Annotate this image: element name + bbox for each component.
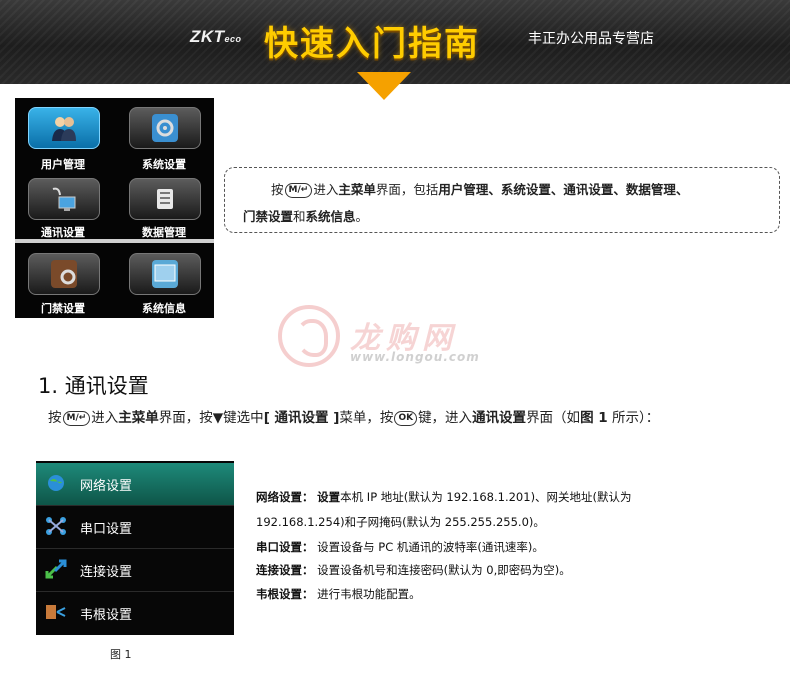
- note-bold: 系统信息: [305, 209, 356, 224]
- note-bold: 主菜单: [338, 182, 376, 197]
- instr-text: 菜单，按: [339, 410, 394, 426]
- figure-caption: 图 1: [110, 648, 132, 661]
- screen-divider: [15, 239, 214, 243]
- m-key-icon: M/↵: [62, 411, 91, 426]
- menu-label-system: 系统设置: [142, 158, 186, 171]
- note-text: 界面，包括: [375, 182, 439, 197]
- watermark-dragon-icon: [278, 305, 340, 367]
- section-title: 1. 通讯设置: [38, 374, 149, 398]
- comm-label: 串口设置: [80, 522, 133, 537]
- satellite-computer-icon: [51, 185, 77, 213]
- instr-bold: [ 通讯设置 ]: [263, 410, 340, 426]
- serial-port-icon: [44, 515, 68, 537]
- instr-text: 所示）：: [607, 410, 660, 426]
- comm-label: 网络设置: [80, 479, 133, 494]
- instr-bold: 图 1: [580, 410, 608, 426]
- desc-text: 设置设备机号和连接密码(默认为 0,即密码为空)。: [317, 563, 571, 577]
- desc-network: 网络设置： 设置本机 IP 地址(默认为 192.168.1.201)、网关地址…: [256, 489, 632, 505]
- instr-text: 按: [48, 410, 62, 426]
- database-icon: [152, 185, 178, 213]
- store-name: 丰正办公用品专营店: [528, 31, 654, 47]
- note-text: 。: [355, 209, 369, 224]
- comm-settings-screen: 网络设置 串口设置 连接设置 韦根设置: [36, 461, 234, 635]
- page-title: 快速入门指南: [264, 24, 480, 64]
- desc-text: 本机 IP 地址(默认为 192.168.1.201)、网关地址(默认为: [340, 490, 632, 504]
- main-menu-screen: 用户管理 系统设置 通讯设置 数据管理 门禁设置 系统信息: [15, 98, 214, 318]
- note-bold: 用户管理、系统设置、通讯设置、数据管理、: [438, 182, 689, 197]
- menu-label-access: 门禁设置: [41, 302, 85, 315]
- instr-text: 界面（如: [526, 410, 581, 426]
- menu-tile-comm[interactable]: [28, 178, 100, 220]
- comm-item-connection[interactable]: 连接设置: [36, 549, 234, 592]
- menu-tile-users[interactable]: [28, 107, 100, 149]
- menu-tile-system[interactable]: [129, 107, 201, 149]
- globe-icon: [44, 472, 68, 494]
- desc-connection: 连接设置： 设置设备机号和连接密码(默认为 0,即密码为空)。: [256, 562, 571, 578]
- m-key-icon: M/↵: [284, 183, 313, 198]
- menu-label-info: 系统信息: [142, 302, 186, 315]
- menu-label-comm: 通讯设置: [41, 226, 85, 239]
- desc-network-cont: 192.168.1.254)和子网掩码(默认为 255.255.255.0)。: [256, 515, 545, 529]
- note-text: 进入: [313, 182, 339, 197]
- comm-label: 韦根设置: [80, 608, 133, 623]
- main-menu-note: 按 M/↵ 进入主菜单界面，包括用户管理、系统设置、通讯设置、数据管理、 门禁设置和…: [224, 167, 780, 233]
- instr-text: 进入: [91, 410, 119, 426]
- watermark-url: www.longou.com: [350, 350, 480, 364]
- screen-info-icon: [152, 260, 178, 288]
- wiegand-icon: [44, 601, 68, 623]
- menu-tile-access[interactable]: [28, 253, 100, 295]
- menu-tile-data[interactable]: [129, 178, 201, 220]
- comm-item-network[interactable]: 网络设置: [36, 463, 234, 506]
- desc-bold: 设置: [317, 490, 341, 504]
- gear-monitor-icon: [152, 114, 178, 142]
- instr-bold: 通讯设置: [472, 410, 527, 426]
- comm-item-wiegand[interactable]: 韦根设置: [36, 592, 234, 634]
- desc-label: 网络设置：: [256, 490, 314, 504]
- note-text: 和: [293, 209, 306, 224]
- brand-suffix: eco: [224, 34, 242, 44]
- connection-arrows-icon: [44, 558, 68, 580]
- note-text: 按: [271, 182, 284, 197]
- brand-name: ZKT: [190, 27, 225, 46]
- instr-bold: 主菜单: [118, 410, 159, 426]
- desc-label: 韦根设置：: [256, 587, 314, 601]
- ok-key-icon: OK: [394, 411, 418, 426]
- desc-label: 连接设置：: [256, 563, 314, 577]
- brand-logo: ZKTeco: [190, 27, 242, 47]
- banner-down-arrow-icon: [357, 72, 411, 100]
- comm-item-serial[interactable]: 串口设置: [36, 506, 234, 549]
- users-icon: [51, 114, 77, 142]
- door-gear-icon: [51, 260, 77, 288]
- note-bold: 门禁设置: [243, 209, 294, 224]
- desc-text: 设置设备与 PC 机通讯的波特率(通讯速率)。: [317, 540, 544, 554]
- instr-text: 键，进入: [418, 410, 473, 426]
- comm-label: 连接设置: [80, 565, 133, 580]
- desc-label: 串口设置：: [256, 540, 314, 554]
- menu-label-data: 数据管理: [142, 226, 186, 239]
- instr-text: 界面，按▼键选中: [158, 410, 264, 426]
- desc-text: 进行韦根功能配置。: [317, 587, 421, 601]
- menu-tile-info[interactable]: [129, 253, 201, 295]
- section-instruction: 按 M/↵ 进入主菜单界面，按▼键选中[ 通讯设置 ]菜单，按 OK 键，进入通讯设置界…: [48, 406, 659, 426]
- desc-serial: 串口设置： 设置设备与 PC 机通讯的波特率(通讯速率)。: [256, 539, 544, 555]
- menu-label-users: 用户管理: [41, 158, 85, 171]
- desc-wiegand: 韦根设置： 进行韦根功能配置。: [256, 586, 421, 602]
